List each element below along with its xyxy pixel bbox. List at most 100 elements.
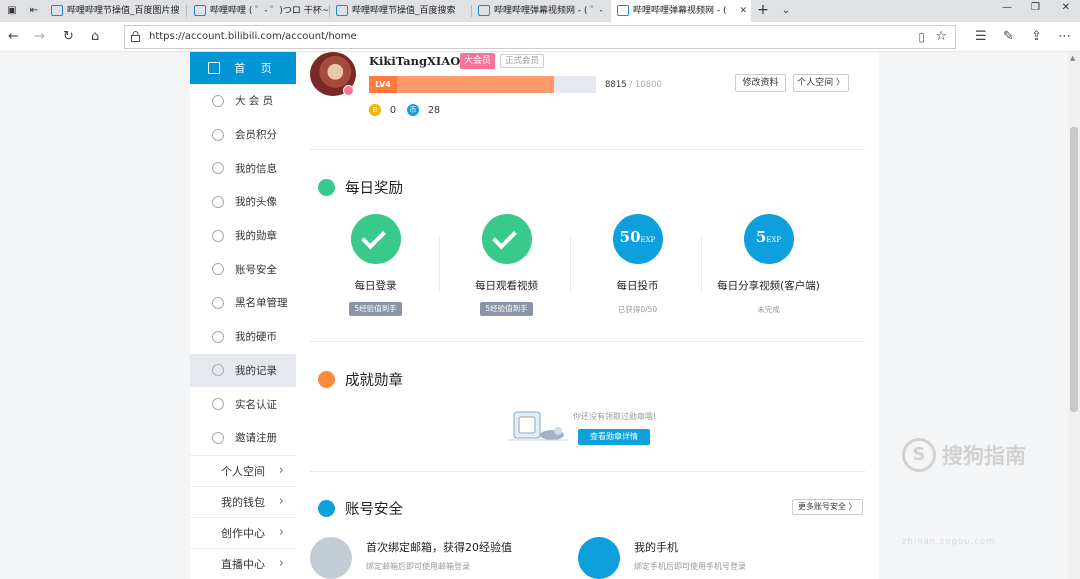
tab-actions-icon[interactable]: ▣ (6, 5, 18, 16)
sidebar-link-creator[interactable]: 创作中心 › (190, 516, 296, 548)
sidebar-item-label: 我的勋章 (235, 230, 277, 243)
view-badge-button[interactable]: 查看勋章详情 (578, 429, 650, 445)
chevron-right-icon: › (278, 493, 284, 509)
check-icon (350, 214, 401, 264)
browser-tab-bar: ▣ ⇤ 哔哩哔哩节操值_百度图片搜 哔哩哔哩 ( ゜- ゜)つロ 干杯~ 哔哩哔… (0, 0, 1080, 23)
points-icon (212, 128, 224, 141)
reward-daily-share: 5EXP 每日分享视频(客户端) 未完成 (703, 214, 834, 315)
sidebar-item-realname[interactable]: 实名认证 (190, 387, 296, 421)
reward-label: 每日观看视频 (475, 280, 538, 292)
chevron-down-icon[interactable]: ⌄ (780, 5, 792, 16)
id-card-icon (212, 398, 224, 411)
section-title-text: 每日奖励 (345, 181, 403, 197)
reward-label: 每日投币 (616, 280, 659, 292)
sidebar-item-blacklist[interactable]: 黑名单管理 (190, 286, 296, 320)
url-input[interactable]: https://account.bilibili.com/account/hom… (124, 25, 956, 49)
back-icon[interactable]: ← (8, 29, 19, 45)
tab-favicon-icon (51, 5, 63, 16)
sidebar-item-label: 我的硬币 (235, 331, 277, 344)
reading-view-icon[interactable]: ▯ (918, 30, 925, 44)
vip-badge: 大会员 (460, 53, 496, 69)
page-viewport: 首 页 大 会 员 会员积分 我的信息 我的头像 我的勋章 账号安全 黑名单管理… (0, 52, 1068, 579)
close-window-icon[interactable]: ✕ (1062, 2, 1070, 13)
browser-tab-active[interactable]: 哔哩哔哩弹幕视频网 - (✕ (611, 0, 751, 23)
sidebar-item-points[interactable]: 会员积分 (190, 118, 296, 152)
browser-tab-4[interactable]: 哔哩哔哩弹幕视频网 - ( ゜- (472, 0, 610, 22)
exp-current: 8815 (605, 80, 627, 90)
tab-title: 哔哩哔哩节操值_百度图片搜 (67, 6, 180, 16)
security-title: 账号安全 (318, 498, 403, 519)
money-bag-icon (318, 179, 335, 196)
sidebar-item-label: 大 会 员 (235, 95, 274, 108)
home-icon[interactable]: ⌂ (91, 29, 99, 45)
sidebar-link-live[interactable]: 直播中心 › (190, 547, 296, 579)
minimize-icon[interactable]: — (1002, 2, 1012, 13)
no-badge-text: 你还没有领取过勋章哦! (573, 412, 657, 421)
more-menu-icon[interactable]: ⋯ (1058, 29, 1071, 44)
sidebar-link-wallet[interactable]: 我的钱包 › (190, 485, 296, 517)
sidebar-item-vip[interactable]: 大 会 员 (190, 84, 296, 118)
bind-email-title[interactable]: 首次绑定邮箱，获得20经验值 (366, 539, 512, 555)
favorite-star-icon[interactable]: ☆ (935, 29, 947, 44)
exp-amount: 5 (755, 228, 767, 246)
more-security-button[interactable]: 更多账号安全 〉 (792, 499, 863, 515)
browser-tab-3[interactable]: 哔哩哔哩节操值_百度搜索 (330, 0, 472, 22)
forward-icon[interactable]: → (34, 29, 45, 45)
medal-icon (318, 371, 335, 388)
maximize-icon[interactable]: ❐ (1031, 2, 1040, 13)
house-icon (208, 62, 221, 74)
sidebar-item-records[interactable]: 我的记录 (190, 353, 296, 388)
browser-tab-2[interactable]: 哔哩哔哩 ( ゜- ゜)つロ 干杯~ (188, 0, 330, 22)
chevron-right-icon: › (278, 462, 284, 478)
sidebar-item-label: 我的记录 (235, 364, 277, 377)
sidebar-item-avatar[interactable]: 我的头像 (190, 185, 296, 219)
scrollbar-thumb[interactable] (1070, 127, 1078, 412)
sidebar-item-home[interactable]: 首 页 (190, 52, 296, 84)
exp-total: 10800 (634, 80, 662, 90)
sidebar-item-info[interactable]: 我的信息 (190, 151, 296, 185)
exp-badge-icon: 50EXP (612, 214, 663, 264)
reward-status: 未完成 (757, 305, 780, 314)
reward-daily-login: 每日登录 5经验值到手 (310, 214, 441, 316)
browser-tab-1[interactable]: 哔哩哔哩节操值_百度图片搜 (45, 0, 187, 22)
share-icon[interactable]: ⇪ (1031, 29, 1042, 44)
sidebar-item-label: 黑名单管理 (235, 297, 288, 310)
edit-profile-button[interactable]: 修改资料 (735, 74, 786, 92)
url-text: https://account.bilibili.com/account/hom… (149, 31, 357, 42)
sidebar-item-security[interactable]: 账号安全 (190, 252, 296, 286)
address-bar-row: ← → ↻ ⌂ https://account.bilibili.com/acc… (0, 22, 1080, 52)
section-title-text: 成就勋章 (345, 373, 403, 389)
exp-unit: EXP (766, 236, 782, 244)
pen-notes-icon[interactable]: ✎ (1003, 29, 1014, 44)
phone-title[interactable]: 我的手机 (634, 539, 678, 555)
sidebar-item-label: 我的头像 (235, 196, 277, 209)
invite-icon (212, 431, 224, 444)
coin-icon: 币 (407, 104, 419, 116)
phone-icon (578, 537, 620, 579)
tab-favicon-icon (617, 5, 629, 16)
close-tab-icon[interactable]: ✕ (739, 0, 747, 22)
divider (570, 237, 571, 292)
daily-reward-title: 每日奖励 (318, 177, 403, 198)
empty-badge-illustration-icon (508, 411, 568, 441)
tab-title: 哔哩哔哩 ( ゜- ゜)つロ 干杯~ (210, 6, 330, 16)
sidebar-item-label: 我的信息 (235, 162, 277, 175)
sidebar-link-space[interactable]: 个人空间 › (190, 454, 296, 486)
sidebar-link-label: 我的钱包 (221, 495, 265, 509)
new-tab-icon[interactable]: + (757, 3, 769, 17)
scroll-up-icon[interactable]: ▲ (1070, 54, 1075, 62)
personal-space-button[interactable]: 个人空间 〉 (793, 74, 849, 92)
sidebar-item-label: 账号安全 (235, 263, 277, 276)
divider (310, 149, 865, 150)
favorites-hub-icon[interactable]: ☰ (975, 29, 987, 44)
reward-tag: 5经验值到手 (480, 302, 533, 316)
page-scrollbar[interactable]: ▲ (1068, 52, 1080, 579)
chevron-right-icon: › (278, 524, 284, 540)
refresh-icon[interactable]: ↻ (63, 29, 74, 45)
set-aside-tabs-icon[interactable]: ⇤ (28, 5, 40, 16)
sidebar-item-medals[interactable]: 我的勋章 (190, 219, 296, 253)
sidebar-item-invite[interactable]: 邀请注册 (190, 421, 296, 455)
sidebar-item-coins[interactable]: 我的硬币 (190, 320, 296, 354)
tab-favicon-icon (336, 5, 348, 16)
tab-title: 哔哩哔哩节操值_百度搜索 (352, 6, 456, 16)
